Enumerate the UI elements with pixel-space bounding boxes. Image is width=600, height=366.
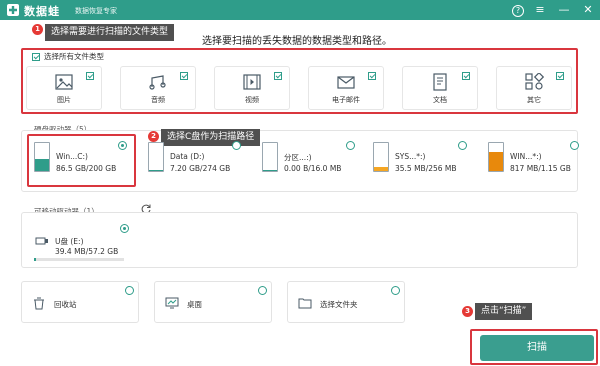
file-type-other[interactable]: 其它	[496, 66, 572, 110]
close-icon[interactable]: ✕	[580, 2, 596, 18]
file-type-image[interactable]: 图片	[26, 66, 102, 110]
drive-name: SYS...*:)	[395, 152, 426, 161]
app-subtitle: 数据恢复专家	[75, 7, 117, 15]
file-type-label: 电子邮件	[332, 96, 360, 104]
file-type-audio[interactable]: 音频	[120, 66, 196, 110]
file-type-label: 音频	[151, 96, 165, 104]
location-radio[interactable]	[258, 286, 267, 295]
app-logo-icon	[6, 3, 20, 17]
checkbox[interactable]	[86, 72, 94, 80]
minimize-icon[interactable]: —	[556, 2, 572, 18]
hdd-icon	[373, 142, 389, 172]
step-3-badge: 3	[462, 306, 473, 317]
location-radio[interactable]	[391, 286, 400, 295]
drive-size: 7.20 GB/274 GB	[170, 164, 231, 173]
app-name: 数据蛙	[24, 5, 60, 18]
select-all-types[interactable]: 选择所有文件类型	[32, 51, 104, 62]
menu-icon[interactable]: ≡	[532, 2, 548, 18]
location-recycle-bin[interactable]: 回收站	[21, 281, 139, 323]
location-label: 桌面	[187, 300, 202, 309]
file-type-label: 图片	[57, 96, 71, 104]
drive-size: 817 MB/1.15 GB	[510, 164, 571, 173]
drive-size: 0.00 B/16.0 MB	[284, 164, 342, 173]
other-icon	[524, 71, 545, 91]
image-icon	[54, 73, 74, 91]
file-type-video[interactable]: 视频	[214, 66, 290, 110]
location-radio[interactable]	[125, 286, 134, 295]
audio-icon	[148, 73, 168, 91]
recycle-bin-icon	[32, 296, 46, 310]
location-label: 选择文件夹	[320, 300, 358, 309]
drive-name: 分区...:)	[284, 153, 312, 162]
location-select-folder[interactable]: 选择文件夹	[287, 281, 405, 323]
folder-icon	[298, 296, 312, 310]
window-controls: ? ≡ — ✕	[512, 2, 596, 18]
checkbox[interactable]	[180, 72, 188, 80]
checkbox[interactable]	[274, 72, 282, 80]
file-type-document[interactable]: 文档	[402, 66, 478, 110]
drive-c-radio[interactable]	[118, 141, 127, 150]
hdd-icon	[34, 142, 50, 172]
video-icon	[242, 73, 262, 91]
usb-drive-usage-bar	[34, 258, 124, 261]
hdd-icon	[148, 142, 164, 172]
file-type-label: 文档	[433, 96, 447, 104]
drive-win-radio[interactable]	[570, 141, 579, 150]
scan-button[interactable]: 扫描	[480, 335, 594, 361]
usb-drive-size: 39.4 MB/57.2 GB	[55, 247, 119, 256]
drive-size: 86.5 GB/200 GB	[56, 164, 117, 173]
file-type-label: 视频	[245, 96, 259, 104]
title-bar: 数据蛙 数据恢复专家 ? ≡ — ✕	[0, 0, 600, 20]
select-all-checkbox[interactable]	[32, 52, 40, 61]
step-3-callout: 点击“扫描”	[475, 303, 533, 320]
checkbox[interactable]	[556, 72, 564, 80]
help-icon[interactable]: ?	[512, 5, 524, 17]
step-1-badge: 1	[32, 24, 43, 35]
drive-partition-radio[interactable]	[346, 141, 355, 150]
drive-d-radio[interactable]	[232, 141, 241, 150]
desktop-icon	[165, 296, 179, 310]
email-icon	[336, 73, 356, 91]
drive-win[interactable]: WIN...*:) 817 MB/1.15 GB	[488, 140, 578, 182]
usb-drive-icon	[35, 235, 49, 247]
checkbox[interactable]	[462, 72, 470, 80]
drive-sys-radio[interactable]	[458, 141, 467, 150]
instruction-text: 选择要扫描的丢失数据的数据类型和路径。	[202, 36, 392, 47]
hdd-icon	[488, 142, 504, 172]
location-label: 回收站	[54, 300, 77, 309]
document-icon	[430, 73, 450, 91]
step-1-callout: 选择需要进行扫描的文件类型	[45, 24, 175, 41]
drive-name: Win...C:)	[56, 152, 88, 161]
file-types-highlight	[21, 48, 578, 114]
checkbox[interactable]	[368, 72, 376, 80]
hdd-icon	[262, 142, 278, 172]
usb-drive-radio[interactable]	[120, 224, 129, 233]
usb-drive-name: U盘 (E:)	[55, 237, 84, 246]
file-type-email[interactable]: 电子邮件	[308, 66, 384, 110]
select-all-label: 选择所有文件类型	[44, 52, 104, 61]
file-type-label: 其它	[527, 96, 541, 104]
drive-size: 35.5 MB/256 MB	[395, 164, 457, 173]
drive-name: WIN...*:)	[510, 152, 542, 161]
drive-name: Data (D:)	[170, 152, 205, 161]
location-desktop[interactable]: 桌面	[154, 281, 272, 323]
